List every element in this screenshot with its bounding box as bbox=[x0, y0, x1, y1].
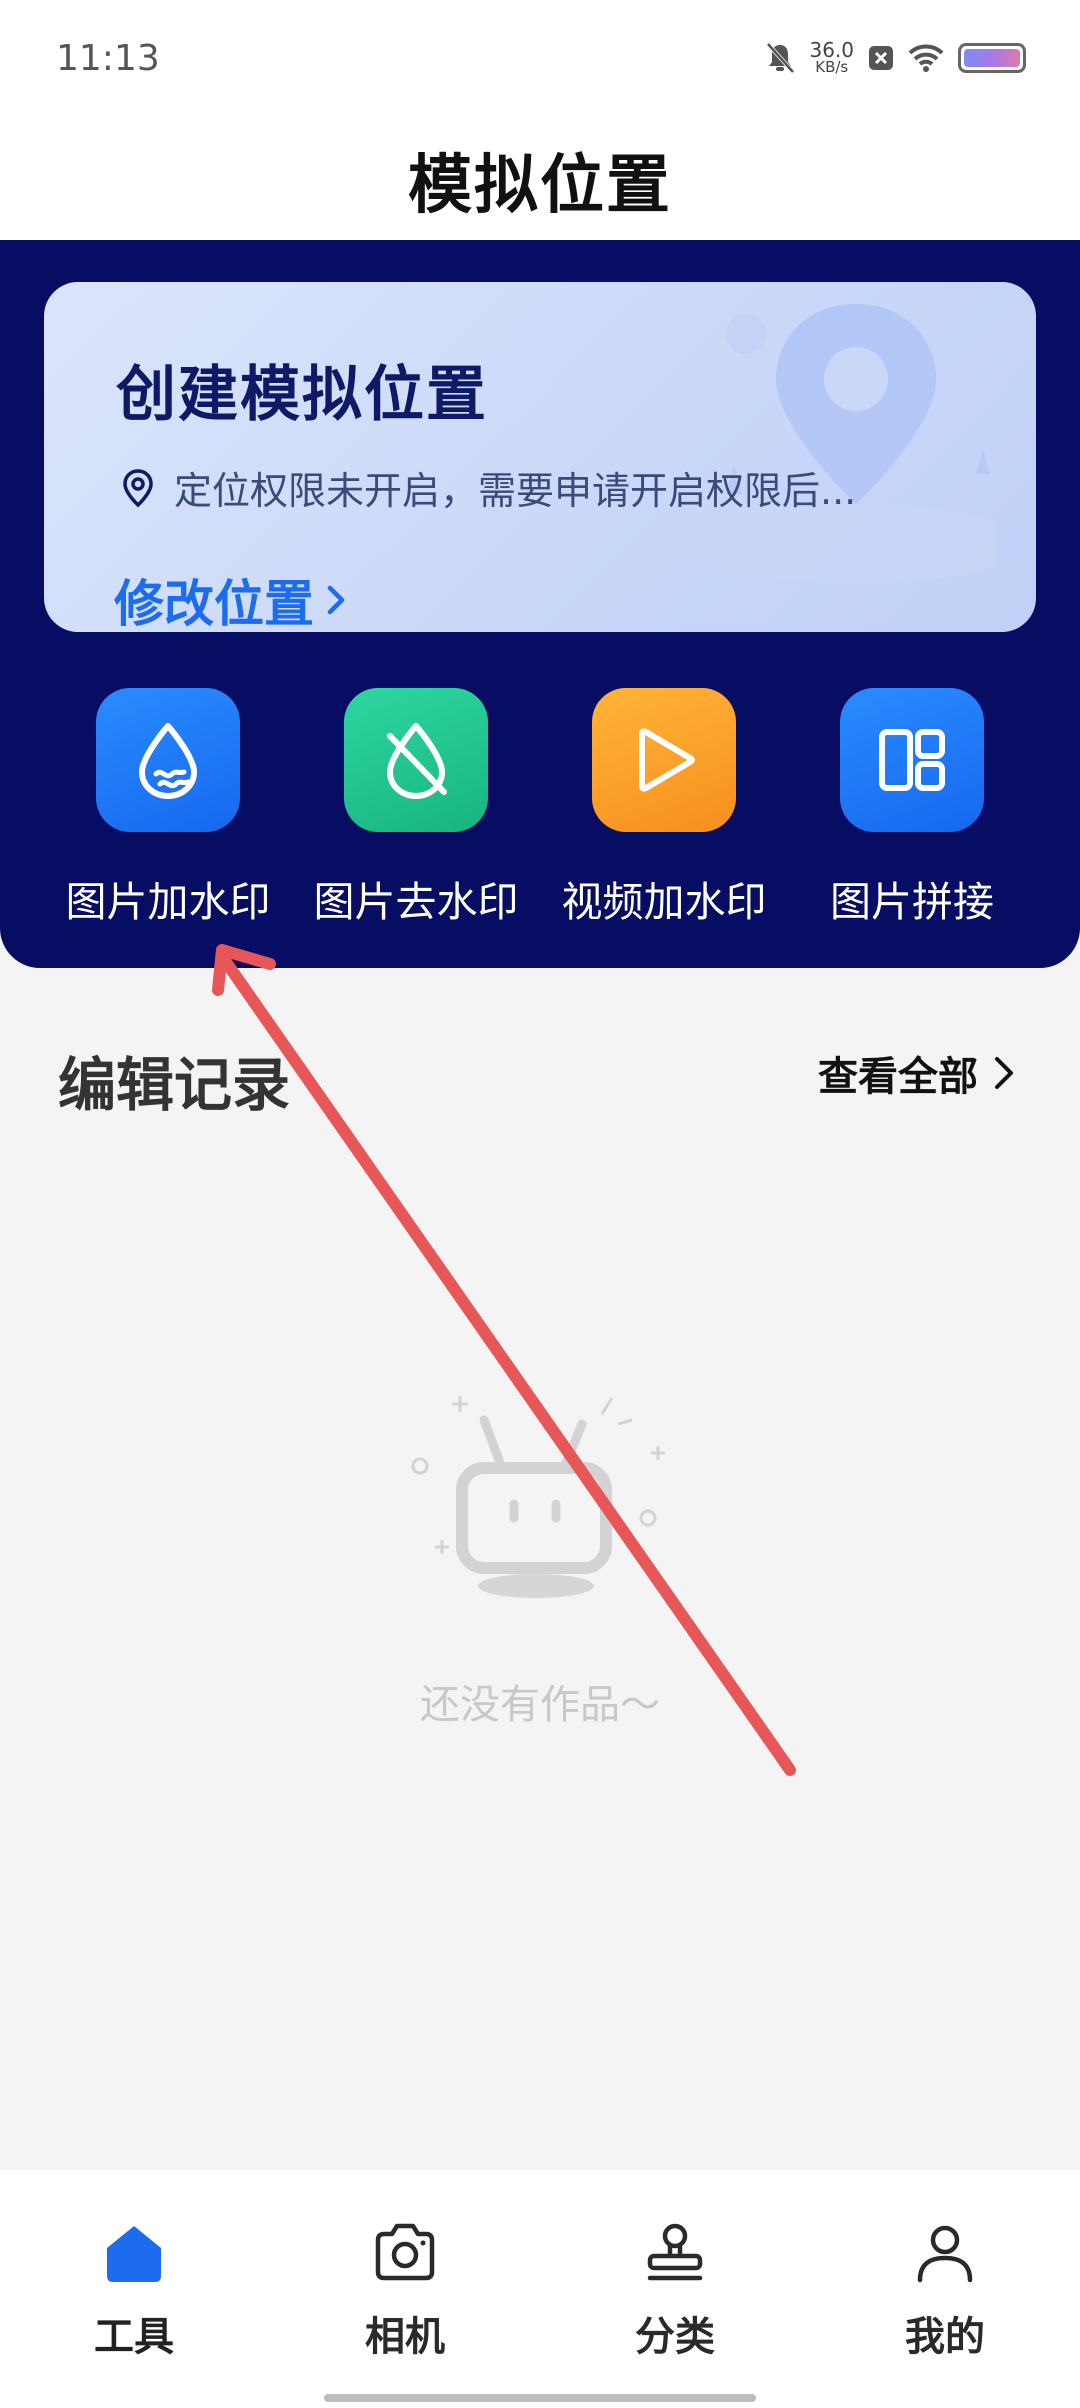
nav-item-category[interactable]: 分类 bbox=[575, 2220, 775, 2362]
location-pin-icon bbox=[123, 468, 153, 507]
modify-location-link[interactable]: 修改位置 bbox=[114, 564, 352, 632]
view-all-link[interactable]: 查看全部 bbox=[818, 1044, 1016, 1102]
tool-label: 图片去水印 bbox=[313, 878, 519, 926]
tool-image-stitch[interactable]: 图片拼接 bbox=[787, 688, 1037, 928]
page-title: 模拟位置 bbox=[408, 149, 672, 223]
modify-location-label: 修改位置 bbox=[114, 575, 314, 632]
tools-panel: 创建模拟位置 定位权限未开启，需要申请开启权限后... 修改位置 图片加水印 图… bbox=[0, 240, 1080, 968]
empty-state-text: 还没有作品～ bbox=[420, 1682, 660, 1728]
mute-bell-icon bbox=[766, 42, 795, 73]
status-icons: 36.0 KB/s bbox=[765, 40, 1026, 75]
records-title: 编辑记录 bbox=[58, 1051, 291, 1119]
location-card[interactable]: 创建模拟位置 定位权限未开启，需要申请开启权限后... 修改位置 bbox=[44, 282, 1036, 632]
nav-item-camera[interactable]: 相机 bbox=[305, 2220, 505, 2362]
view-all-label: 查看全部 bbox=[818, 1054, 978, 1100]
tool-label: 视频加水印 bbox=[561, 878, 767, 926]
tool-icon-box bbox=[344, 688, 488, 832]
home-icon bbox=[107, 2226, 161, 2282]
location-status: 定位权限未开启，需要申请开启权限后... bbox=[120, 460, 856, 515]
network-speed: 36.0 KB/s bbox=[809, 40, 854, 75]
bottom-nav: 工具 相机 分类 我的 bbox=[0, 2170, 1080, 2408]
water-drop-icon bbox=[139, 723, 197, 799]
user-icon bbox=[917, 2225, 973, 2283]
tool-icon-box bbox=[96, 688, 240, 832]
tool-grid: 图片加水印 图片去水印 视频加水印 图片拼接 bbox=[0, 688, 1080, 938]
tool-add-watermark-video[interactable]: 视频加水印 bbox=[539, 688, 789, 928]
tool-add-watermark-image[interactable]: 图片加水印 bbox=[43, 688, 293, 928]
tool-label: 图片加水印 bbox=[65, 878, 271, 926]
nav-label: 工具 bbox=[94, 2314, 174, 2360]
layout-grid-icon bbox=[879, 729, 945, 791]
nav-item-tools[interactable]: 工具 bbox=[34, 2220, 234, 2362]
tool-remove-watermark-image[interactable]: 图片去水印 bbox=[291, 688, 541, 928]
network-speed-value: 36.0 bbox=[809, 38, 854, 62]
wifi-icon bbox=[908, 44, 944, 72]
card-title: 创建模拟位置 bbox=[116, 360, 488, 430]
location-illustration-icon bbox=[686, 304, 996, 584]
network-speed-unit: KB/s bbox=[815, 58, 849, 76]
home-indicator[interactable] bbox=[324, 2394, 756, 2402]
play-icon bbox=[639, 728, 695, 792]
tool-label: 图片拼接 bbox=[830, 878, 994, 926]
nav-label: 我的 bbox=[905, 2314, 985, 2360]
tool-icon-box bbox=[840, 688, 984, 832]
empty-tv-icon bbox=[411, 1396, 665, 1598]
nav-label: 分类 bbox=[635, 2314, 715, 2360]
app-header: 模拟位置 bbox=[0, 120, 1080, 240]
nav-item-mine[interactable]: 我的 bbox=[845, 2220, 1045, 2362]
nav-label: 相机 bbox=[365, 2314, 445, 2360]
location-status-text: 定位权限未开启，需要申请开启权限后... bbox=[174, 469, 857, 513]
status-time: 11:13 bbox=[56, 38, 160, 79]
tool-icon-box bbox=[592, 688, 736, 832]
stamp-icon bbox=[647, 2223, 703, 2281]
status-bar: 11:13 36.0 KB/s bbox=[0, 0, 1080, 120]
no-water-drop-icon bbox=[387, 723, 447, 799]
chevron-right-icon bbox=[327, 585, 345, 615]
camera-icon bbox=[375, 2223, 435, 2281]
battery-icon bbox=[958, 42, 1026, 73]
chevron-right-icon bbox=[995, 1057, 1013, 1089]
close-box-icon bbox=[869, 45, 893, 70]
